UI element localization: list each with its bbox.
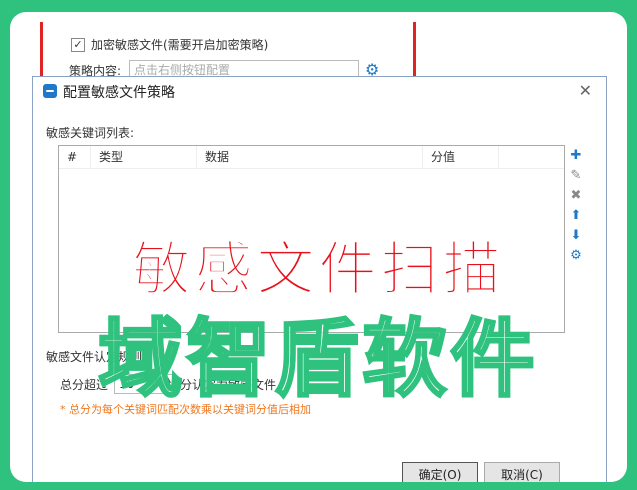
encrypt-checkbox-label: 加密敏感文件(需要开启加密策略) [91, 38, 269, 52]
column-header-type[interactable]: 类型 [91, 146, 197, 168]
encrypt-checkbox-row[interactable]: ✓ 加密敏感文件(需要开启加密策略) [71, 36, 268, 53]
table-header: # 类型 数据 分值 [59, 146, 564, 169]
plus-icon[interactable]: ✚ [571, 149, 582, 162]
encrypt-settings-panel: ✓ 加密敏感文件(需要开启加密策略) 策略内容: 点击右侧按钮配置 ⚙ [40, 22, 416, 84]
encrypt-checkbox[interactable]: ✓ [71, 37, 85, 52]
edit-icon[interactable]: ✎ [571, 169, 582, 182]
cancel-button[interactable]: 取消(C) [484, 462, 560, 482]
column-header-index[interactable]: # [59, 146, 91, 168]
app-icon [43, 84, 57, 98]
keyword-list-label: 敏感关键词列表: [46, 126, 135, 140]
column-header-score[interactable]: 分值 [423, 146, 499, 168]
column-header-data[interactable]: 数据 [197, 146, 423, 168]
arrow-up-icon[interactable]: ⬆ [571, 209, 582, 222]
column-header-blank [499, 146, 564, 168]
dialog-title: 配置敏感文件策略 [63, 85, 175, 101]
ok-button[interactable]: 确定(O) [402, 462, 478, 482]
delete-icon[interactable]: ✖ [571, 189, 582, 202]
close-icon[interactable]: ✕ [579, 81, 592, 100]
watermark-brand: 域智盾软件 [97, 309, 539, 410]
dialog-title-bar: 配置敏感文件策略 ✕ [33, 77, 606, 107]
